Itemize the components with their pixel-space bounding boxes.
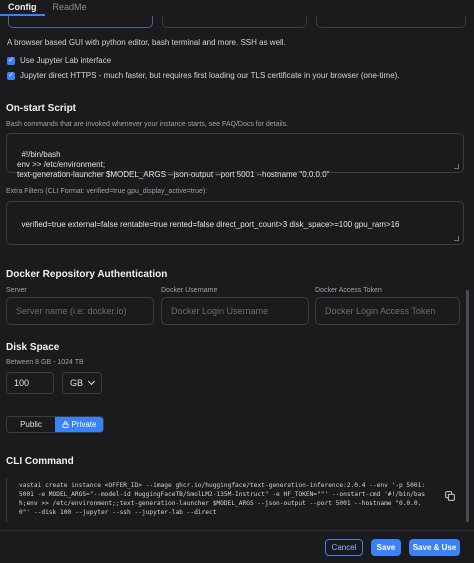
disk-size-input[interactable]: 100 [6,372,54,394]
resize-handle-icon[interactable] [454,236,459,241]
docker-token-input[interactable]: Docker Login Access Token [315,297,460,325]
disk-range-helper: Between 8 GB - 1024 TB [6,359,84,366]
partial-field-2[interactable] [162,16,307,28]
scrollbar[interactable] [466,290,469,522]
partial-field-1[interactable] [8,16,153,28]
jupyter-lab-label: Use Jupyter Lab interface [20,56,112,65]
docker-auth-title: Docker Repository Authentication [6,269,168,280]
extra-filters-textarea[interactable]: verified=true external=false rentable=tr… [6,201,464,245]
docker-username-input[interactable]: Docker Login Username [161,297,309,325]
tab-config[interactable]: Config [0,0,45,16]
extra-filters-label: Extra Filters (CLI Format: verified=true… [6,188,208,195]
save-button[interactable]: Save [371,539,401,556]
lock-icon [62,421,69,428]
onstart-script-textarea[interactable]: #!/bin/bash env >> /etc/environment; tex… [6,133,464,179]
partial-field-3[interactable] [316,16,466,28]
save-and-use-button[interactable]: Save & Use [409,539,460,556]
jupyter-https-label: Jupyter direct HTTPS - much faster, but … [20,71,400,80]
cli-command-text: vastai create instance <OFFER_ID> --imag… [6,478,464,522]
visibility-public-option[interactable]: Public [7,417,55,432]
onstart-script-value: #!/bin/bash env >> /etc/environment; tex… [17,150,330,179]
visibility-toggle: Public Private [6,416,104,433]
public-label: Public [20,420,42,429]
disk-unit-select[interactable]: GB [62,372,102,394]
chevron-down-icon [87,377,96,386]
extra-filters-value: verified=true external=false rentable=tr… [21,220,400,229]
private-label: Private [71,420,97,429]
jupyter-lab-option[interactable]: ✓ Use Jupyter Lab interface [7,56,111,65]
checkbox-checked-icon[interactable]: ✓ [7,56,15,65]
docker-token-label: Docker Access Token [315,287,382,294]
cancel-button[interactable]: Cancel [325,539,363,556]
disk-space-title: Disk Space [6,342,60,353]
server-label: Server [6,287,27,294]
checkbox-checked-icon[interactable]: ✓ [7,71,15,80]
jupyter-https-option[interactable]: ✓ Jupyter direct HTTPS - much faster, bu… [7,71,400,80]
dialog-footer [0,530,474,563]
onstart-title: On-start Script [6,103,77,114]
copy-icon[interactable] [445,491,455,501]
cli-command-title: CLI Command [6,456,74,467]
visibility-private-option[interactable]: Private [55,417,103,432]
disk-unit-value: GB [70,378,84,388]
tab-bar: Config ReadMe [0,0,474,16]
tab-readme[interactable]: ReadMe [45,0,95,16]
server-input[interactable]: Server name (i.e: docker.io) [6,297,154,325]
onstart-helper: Bash commands that are invoked whenever … [6,121,289,128]
resize-handle-icon[interactable] [454,164,459,169]
docker-username-label: Docker Username [161,287,218,294]
template-description: A browser based GUI with python editor, … [7,38,286,47]
